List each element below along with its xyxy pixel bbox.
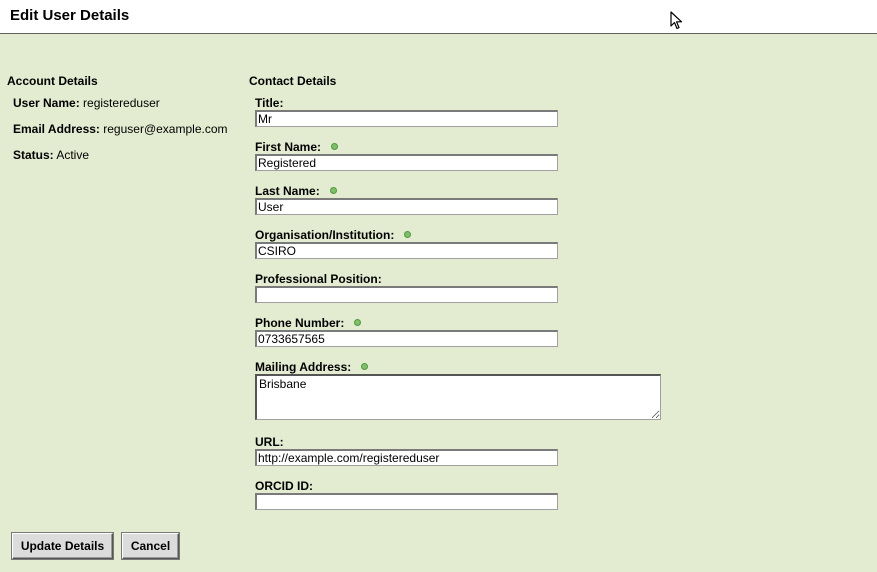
- phone-number-field[interactable]: [255, 330, 558, 347]
- required-icon: [404, 231, 412, 239]
- email-value: reguser@example.com: [103, 122, 228, 136]
- username-value: registereduser: [83, 96, 160, 110]
- organisation-field[interactable]: [255, 242, 558, 259]
- status-value: Active: [56, 148, 90, 162]
- required-icon: [329, 187, 337, 195]
- contact-details-heading: Contact Details: [249, 74, 337, 88]
- last-name-label: Last Name:: [255, 184, 337, 198]
- username-row: User Name: registereduser: [13, 96, 160, 110]
- username-label: User Name:: [13, 96, 80, 110]
- first-name-field[interactable]: [255, 154, 558, 171]
- last-name-field[interactable]: [255, 198, 558, 215]
- email-row: Email Address: reguser@example.com: [13, 122, 228, 136]
- professional-position-field[interactable]: [255, 286, 558, 303]
- url-label: URL:: [255, 435, 284, 449]
- title-label: Title:: [255, 96, 284, 110]
- mailing-address-field[interactable]: Brisbane: [255, 374, 661, 420]
- first-name-label: First Name:: [255, 140, 339, 154]
- email-label: Email Address:: [13, 122, 100, 136]
- required-icon: [331, 143, 339, 151]
- organisation-label: Organisation/Institution:: [255, 228, 412, 242]
- mouse-cursor-icon: [670, 11, 683, 30]
- account-details-heading: Account Details: [7, 74, 98, 88]
- orcid-id-field[interactable]: [255, 493, 558, 510]
- cancel-button[interactable]: Cancel: [122, 533, 179, 559]
- page-header: Edit User Details: [0, 0, 877, 34]
- orcid-id-label: ORCID ID:: [255, 479, 313, 493]
- phone-number-label: Phone Number:: [255, 316, 362, 330]
- required-icon: [361, 363, 369, 371]
- update-details-button[interactable]: Update Details: [12, 533, 113, 559]
- url-field[interactable]: [255, 449, 558, 466]
- professional-position-label: Professional Position:: [255, 272, 382, 286]
- required-icon: [354, 319, 362, 327]
- mailing-address-label: Mailing Address:: [255, 360, 369, 374]
- status-label: Status:: [13, 148, 54, 162]
- status-row: Status: Active: [13, 148, 89, 162]
- title-field[interactable]: [255, 110, 558, 127]
- page-title: Edit User Details: [10, 7, 130, 24]
